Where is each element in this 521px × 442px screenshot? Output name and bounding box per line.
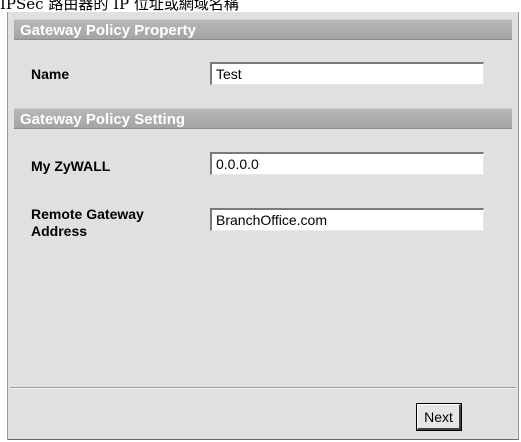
name-label: Name	[31, 66, 70, 82]
remote-gateway-label: Remote Gateway Address	[31, 206, 144, 240]
remote-gateway-label-line2: Address	[31, 223, 88, 239]
gateway-policy-panel: Gateway Policy Property Name Gateway Pol…	[7, 12, 519, 440]
name-field[interactable]	[210, 62, 484, 85]
section-header-gateway-policy-setting: Gateway Policy Setting	[14, 108, 512, 129]
footer-divider	[10, 387, 516, 389]
next-button[interactable]: Next	[416, 403, 462, 431]
my-zywall-address-field[interactable]	[210, 152, 484, 175]
my-zywall-label: My ZyWALL	[31, 158, 111, 174]
remote-gateway-label-line1: Remote Gateway	[31, 206, 144, 222]
page-caption: IPSec 路由器的 IP 位址或網域名稱	[0, 0, 239, 12]
section-header-gateway-policy-property: Gateway Policy Property	[14, 19, 512, 40]
remote-gateway-address-field[interactable]	[210, 208, 484, 231]
